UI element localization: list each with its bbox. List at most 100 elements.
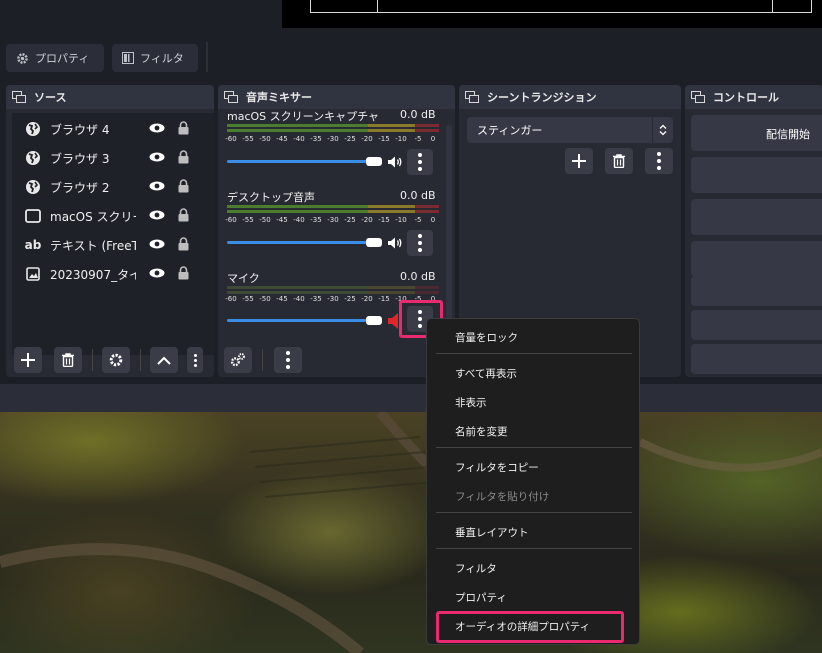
source-name: テキスト (FreeType 2): [50, 238, 136, 253]
control-button[interactable]: [691, 199, 822, 235]
mixer-scrollbar[interactable]: [446, 125, 452, 325]
lock-icon[interactable]: [178, 150, 189, 164]
visibility-eye-icon[interactable]: [149, 152, 165, 162]
list-item[interactable]: ブラウザ 2: [12, 173, 214, 201]
lock-icon[interactable]: [178, 266, 189, 280]
visibility-eye-icon[interactable]: [149, 181, 165, 191]
menu-item-properties[interactable]: プロパティ: [455, 590, 507, 605]
gear-icon: [109, 353, 123, 367]
start-streaming-button[interactable]: 配信開始: [691, 115, 822, 151]
audio-mixer-panel: 音声ミキサー macOS スクリーンキャプチャ 0.0 dB -60 -55 -50…: [218, 85, 455, 377]
display-icon: [24, 207, 42, 225]
menu-item-rename[interactable]: 名前を変更: [455, 424, 508, 439]
list-item[interactable]: ブラウザ 4: [12, 115, 214, 143]
controls-panel-title[interactable]: コントロール: [685, 85, 822, 109]
control-button[interactable]: [691, 241, 822, 277]
more-dots-icon: [657, 152, 661, 170]
divider: [140, 349, 141, 371]
source-name: macOS スクリーンキャプチャ: [50, 209, 136, 224]
source-name: ブラウザ 4: [50, 122, 110, 137]
source-settings-button[interactable]: [102, 347, 130, 373]
globe-icon: [24, 149, 42, 167]
transitions-title: シーントランジション: [487, 91, 597, 104]
transitions-panel-title[interactable]: シーントランジション: [459, 85, 681, 109]
volume-slider[interactable]: [227, 160, 377, 163]
list-item[interactable]: macOS スクリーンキャプチャ: [12, 202, 214, 230]
menu-item-copy-filters[interactable]: フィルタをコピー: [455, 460, 539, 475]
channel-db: 0.0 dB: [400, 108, 436, 121]
list-item[interactable]: ab テキスト (FreeType 2): [12, 231, 214, 259]
globe-icon: [24, 178, 42, 196]
list-item[interactable]: 20230907_タイトル: [12, 260, 214, 288]
control-button[interactable]: [691, 157, 822, 193]
globe-icon: [24, 120, 42, 138]
channel-menu-button[interactable]: [407, 230, 433, 256]
volume-slider[interactable]: [227, 319, 377, 322]
volume-slider-handle[interactable]: [366, 157, 382, 166]
speaker-icon[interactable]: [387, 236, 403, 250]
toolbar-divider: [206, 42, 208, 72]
visibility-eye-icon[interactable]: [149, 123, 165, 133]
menu-item-advanced-audio-properties[interactable]: オーディオの詳細プロパティ: [455, 619, 590, 634]
image-icon: [24, 265, 42, 283]
source-properties-button[interactable]: プロパティ: [6, 44, 104, 72]
list-item[interactable]: ブラウザ 3: [12, 144, 214, 172]
menu-item-unhide-all[interactable]: すべて再表示: [455, 366, 517, 381]
start-streaming-label: 配信開始: [766, 128, 810, 141]
controls-panel: コントロール 配信開始: [685, 85, 822, 377]
divider: [262, 349, 263, 371]
remove-transition-button[interactable]: [605, 148, 633, 174]
trash-icon: [62, 353, 74, 367]
plus-icon: [572, 154, 586, 168]
move-source-up-button[interactable]: [150, 347, 178, 373]
meter-ticks: -60 -55 -50 -45 -40 -35 -30 -25 -20 -15 -10 -5 0: [225, 135, 436, 143]
meter-ticks: -60 -55 -50 -45 -40 -35 -30 -25 -20 -15 -10 -5 0: [225, 216, 436, 224]
source-more-button[interactable]: [187, 347, 203, 373]
menu-item-vertical-layout[interactable]: 垂直レイアウト: [455, 525, 529, 540]
visibility-eye-icon[interactable]: [149, 239, 165, 249]
volume-slider[interactable]: [227, 241, 377, 244]
control-button[interactable]: [691, 344, 822, 374]
mixer-panel-title[interactable]: 音声ミキサー: [218, 85, 455, 109]
channel-context-menu: 音量をロック すべて再表示 非表示 名前を変更 フィルタをコピー フィルタを貼り…: [426, 318, 640, 645]
add-transition-button[interactable]: [565, 148, 593, 174]
transition-select[interactable]: スティンガー: [467, 117, 673, 143]
menu-item-lock-volume[interactable]: 音量をロック: [455, 330, 518, 345]
source-name: ブラウザ 2: [50, 180, 110, 195]
mixer-more-button[interactable]: [274, 347, 302, 373]
menu-item-hide[interactable]: 非表示: [455, 395, 487, 410]
dock-icon: [224, 91, 238, 103]
visibility-eye-icon[interactable]: [149, 268, 165, 278]
source-filters-button[interactable]: フィルタ: [112, 44, 198, 72]
control-button[interactable]: [691, 310, 822, 340]
menu-item-filters[interactable]: フィルタ: [455, 561, 497, 576]
remove-source-button[interactable]: [54, 347, 82, 373]
controls-title: コントロール: [713, 91, 779, 104]
volume-meter: [227, 124, 439, 132]
lock-icon[interactable]: [178, 121, 189, 135]
sources-title: ソース: [34, 91, 67, 104]
sources-panel-title[interactable]: ソース: [6, 85, 214, 109]
more-dots-icon: [418, 153, 422, 171]
transition-more-button[interactable]: [645, 148, 673, 174]
add-source-button[interactable]: [14, 347, 42, 373]
speaker-icon[interactable]: [387, 155, 403, 169]
more-dots-icon: [418, 234, 422, 252]
menu-item-paste-filters: フィルタを貼り付け: [455, 491, 550, 503]
channel-name: macOS スクリーンキャプチャ: [227, 110, 379, 123]
lock-icon[interactable]: [178, 237, 189, 251]
volume-slider-handle[interactable]: [366, 238, 382, 247]
more-dots-icon: [286, 351, 290, 369]
mixer-settings-button[interactable]: [224, 347, 252, 373]
visibility-eye-icon[interactable]: [149, 210, 165, 220]
chevron-up-icon: [157, 356, 171, 365]
channel-name: マイク: [227, 272, 260, 285]
properties-label: プロパティ: [35, 52, 90, 65]
channel-menu-button[interactable]: [407, 149, 433, 175]
volume-slider-handle[interactable]: [366, 316, 382, 325]
preview-image: [0, 412, 822, 653]
lock-icon[interactable]: [178, 208, 189, 222]
control-button[interactable]: [691, 276, 822, 306]
more-dots-icon: [418, 310, 422, 328]
lock-icon[interactable]: [178, 179, 189, 193]
